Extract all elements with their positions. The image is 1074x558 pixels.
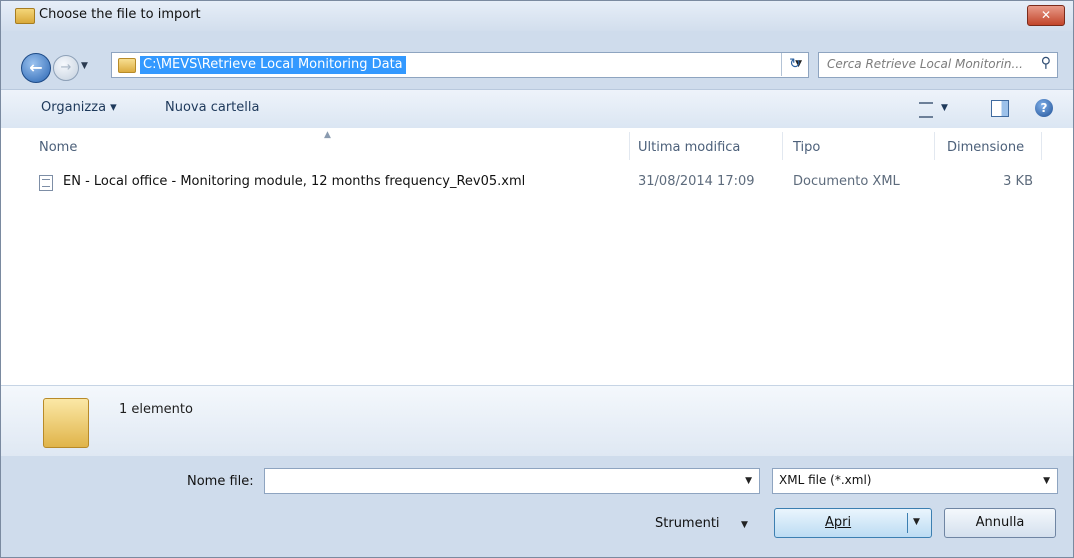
command-toolbar: Organizza ▾ Nuova cartella ▼ ? xyxy=(1,89,1073,129)
organize-menu[interactable]: Organizza ▾ xyxy=(41,100,117,115)
preview-pane-icon[interactable] xyxy=(991,100,1009,117)
item-count: 1 elemento xyxy=(119,402,193,417)
file-modified: 31/08/2014 17:09 xyxy=(638,174,755,189)
column-header-modified[interactable]: Ultima modifica xyxy=(638,140,740,155)
filename-label: Nome file: xyxy=(187,474,254,489)
open-options-dropdown-icon[interactable]: ▼ xyxy=(913,517,920,527)
file-list: ▲ Nome Ultima modifica Tipo Dimensione E… xyxy=(1,128,1073,385)
file-row[interactable]: EN - Local office - Monitoring module, 1… xyxy=(31,168,1057,196)
column-divider[interactable] xyxy=(1041,132,1042,160)
file-dialog: Choose the file to import ✕ ← → ▼ C:\MEV… xyxy=(0,0,1074,558)
dialog-footer: Nome file: ▼ XML file (*.xml) ▼ Strument… xyxy=(1,456,1073,557)
folder-icon xyxy=(15,8,35,24)
title-bar: Choose the file to import ✕ xyxy=(1,1,1073,31)
search-input[interactable]: Cerca Retrieve Local Monitorin... ⚲ xyxy=(818,52,1058,78)
open-button-label: Apri xyxy=(825,515,852,530)
forward-button[interactable]: → xyxy=(53,55,79,81)
refresh-button[interactable]: ↻ xyxy=(781,53,808,76)
window-title: Choose the file to import xyxy=(39,7,201,22)
tools-dropdown-icon[interactable]: ▼ xyxy=(741,520,748,530)
xml-file-icon xyxy=(39,175,53,191)
folder-icon xyxy=(43,398,89,448)
close-button[interactable]: ✕ xyxy=(1027,5,1065,26)
column-header-name[interactable]: Nome xyxy=(39,140,77,155)
address-bar[interactable]: C:\MEVS\Retrieve Local Monitoring Data ▼ xyxy=(111,52,809,78)
column-header-size[interactable]: Dimensione xyxy=(947,140,1024,155)
new-folder-button[interactable]: Nuova cartella xyxy=(165,100,259,115)
history-dropdown-icon[interactable]: ▼ xyxy=(81,61,88,71)
search-icon[interactable]: ⚲ xyxy=(1041,55,1051,71)
back-button[interactable]: ← xyxy=(21,53,51,83)
filename-dropdown-icon[interactable]: ▼ xyxy=(745,476,752,486)
file-size: 3 KB xyxy=(1003,174,1033,189)
search-placeholder: Cerca Retrieve Local Monitorin... xyxy=(827,57,1023,71)
file-type-filter-value: XML file (*.xml) xyxy=(779,473,872,487)
open-button[interactable]: Apri ▼ xyxy=(774,508,932,538)
column-divider[interactable] xyxy=(782,132,783,160)
file-type: Documento XML xyxy=(793,174,900,189)
cancel-button[interactable]: Annulla xyxy=(944,508,1056,538)
column-divider[interactable] xyxy=(629,132,630,160)
filter-dropdown-icon[interactable]: ▼ xyxy=(1043,476,1050,486)
column-divider[interactable] xyxy=(934,132,935,160)
split-divider xyxy=(907,513,908,533)
details-pane: 1 elemento xyxy=(1,385,1073,456)
view-dropdown-icon[interactable]: ▼ xyxy=(941,103,948,113)
address-path[interactable]: C:\MEVS\Retrieve Local Monitoring Data xyxy=(140,56,406,74)
tools-menu[interactable]: Strumenti xyxy=(655,516,720,531)
file-name[interactable]: EN - Local office - Monitoring module, 1… xyxy=(63,174,525,189)
filename-field[interactable]: ▼ xyxy=(264,468,760,494)
sort-arrow-icon: ▲ xyxy=(324,130,331,140)
view-options-icon[interactable] xyxy=(919,102,933,118)
column-header-type[interactable]: Tipo xyxy=(793,140,820,155)
file-type-filter[interactable]: XML file (*.xml) ▼ xyxy=(772,468,1058,494)
address-row: ← → ▼ C:\MEVS\Retrieve Local Monitoring … xyxy=(1,31,1073,89)
folder-icon xyxy=(118,58,136,73)
help-icon[interactable]: ? xyxy=(1035,99,1053,117)
